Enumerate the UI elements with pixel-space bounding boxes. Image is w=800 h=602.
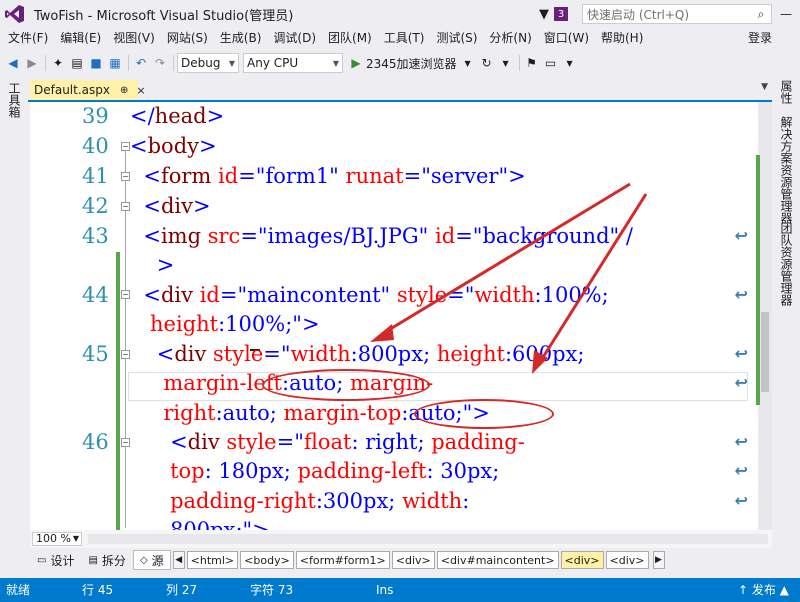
- close-icon[interactable]: ×: [136, 84, 145, 97]
- visual-studio-logo-icon: [4, 3, 26, 25]
- scrollbar-change-marker: [756, 155, 760, 405]
- save-all-icon[interactable]: ▦: [106, 54, 124, 72]
- publish-button[interactable]: ↑ 发布 ▲: [738, 578, 789, 602]
- redo-icon[interactable]: ↷: [151, 54, 169, 72]
- config-value: Debug: [181, 56, 221, 70]
- open-file-icon[interactable]: ▤: [68, 54, 86, 72]
- menu-window[interactable]: 窗口(W): [538, 28, 595, 48]
- menu-edit[interactable]: 编辑(E): [54, 28, 107, 48]
- toolbar-separator: [128, 55, 129, 71]
- notification-badge[interactable]: 3: [554, 7, 568, 21]
- right-tool-strip: 属性 解决方案资源管理器 团队资源管理器: [772, 76, 800, 576]
- pin-icon[interactable]: ⊕: [120, 85, 128, 96]
- design-icon: ▭: [37, 554, 47, 566]
- menu-website[interactable]: 网站(S): [161, 28, 214, 48]
- status-char: 字符 73: [250, 583, 294, 597]
- chevron-down-icon: ▼: [228, 58, 235, 68]
- breadcrumb-item[interactable]: <div#maincontent>: [436, 551, 559, 569]
- menu-tools[interactable]: 工具(T): [378, 28, 431, 48]
- status-bar: 就绪 行 45 列 27 字符 73 Ins ↑ 发布 ▲: [0, 578, 800, 602]
- split-icon: ▤: [88, 554, 98, 566]
- source-view-button[interactable]: ◇ 源: [132, 550, 171, 570]
- tab-dropdown-icon[interactable]: ▼: [761, 82, 768, 92]
- menu-bar: 文件(F) 编辑(E) 视图(V) 网站(S) 生成(B) 调试(D) 团队(M…: [0, 28, 800, 48]
- config-select[interactable]: Debug ▼: [177, 53, 239, 73]
- breadcrumb-item[interactable]: <body>: [240, 551, 294, 569]
- flag-icon[interactable]: ⚑: [523, 54, 541, 72]
- menu-build[interactable]: 生成(B): [214, 28, 268, 48]
- split-view-button[interactable]: ▤ 拆分: [81, 550, 132, 570]
- view-switcher-row: ▭ 设计 ▤ 拆分 ◇ 源 ◀ <html> <body> <form#form…: [30, 548, 772, 572]
- breadcrumb-item-active[interactable]: <div>: [560, 551, 604, 569]
- toolbar-separator: [45, 55, 46, 71]
- platform-value: Any CPU: [247, 56, 299, 70]
- status-ready: 就绪: [6, 583, 31, 597]
- scrollbar-thumb[interactable]: [761, 312, 769, 392]
- annotation-arrows: [370, 182, 648, 374]
- chevron-down-icon: ▼: [332, 58, 339, 68]
- chevron-down-icon: ▼: [72, 534, 79, 543]
- back-icon[interactable]: ◀: [4, 54, 22, 72]
- source-label: 源: [151, 553, 164, 568]
- overflow-icon[interactable]: ▼: [561, 54, 579, 72]
- toolbox-tab[interactable]: 工具箱: [6, 82, 23, 118]
- refresh-icon[interactable]: ↻: [478, 54, 496, 72]
- menu-help[interactable]: 帮助(H): [595, 28, 649, 48]
- menu-test[interactable]: 测试(S): [430, 28, 483, 48]
- status-row: 行 45: [82, 583, 114, 597]
- toolbar-separator: [173, 55, 174, 71]
- menu-view[interactable]: 视图(V): [107, 28, 161, 48]
- minimize-button[interactable]: —: [772, 0, 800, 28]
- window-title: TwoFish - Microsoft Visual Studio(管理员): [34, 8, 294, 24]
- notification-flag-icon[interactable]: ▼: [536, 6, 552, 22]
- undo-icon[interactable]: ↶: [132, 54, 150, 72]
- menu-file[interactable]: 文件(F): [0, 28, 54, 48]
- left-tool-strip: 工具箱: [0, 76, 28, 576]
- new-project-icon[interactable]: ✦: [49, 54, 67, 72]
- toolbar: ◀ ▶ ✦ ▤ ■ ▦ ↶ ↷ Debug ▼ Any CPU ▼ ▶ 2345…: [0, 50, 800, 76]
- quick-launch-placeholder: 快速启动 (Ctrl+Q): [587, 7, 690, 22]
- platform-select[interactable]: Any CPU ▼: [243, 53, 343, 73]
- editor-footer: 100 % ▼: [30, 530, 772, 548]
- forward-icon[interactable]: ▶: [23, 54, 41, 72]
- comment-icon[interactable]: ▭: [542, 54, 560, 72]
- quick-launch-input[interactable]: 快速启动 (Ctrl+Q) ⌕: [582, 4, 772, 24]
- team-explorer-tab[interactable]: 团队资源管理器: [778, 222, 795, 306]
- status-col: 列 27: [166, 583, 198, 597]
- breadcrumb-item[interactable]: <form#form1>: [295, 551, 390, 569]
- login-link[interactable]: 登录: [748, 28, 772, 48]
- split-label: 拆分: [101, 553, 126, 568]
- design-label: 设计: [50, 553, 75, 568]
- menu-analyze[interactable]: 分析(N): [483, 28, 537, 48]
- zoom-value: 100 %: [36, 532, 71, 545]
- zoom-select[interactable]: 100 % ▼: [32, 532, 82, 546]
- horizontal-scrollbar[interactable]: [88, 534, 768, 544]
- run-dropdown-icon[interactable]: ▼: [459, 54, 477, 72]
- breadcrumb-item[interactable]: <html>: [186, 551, 239, 569]
- tab-label: Default.aspx: [34, 83, 110, 97]
- title-bar: TwoFish - Microsoft Visual Studio(管理员) ▼…: [0, 0, 800, 28]
- search-icon: ⌕: [757, 6, 765, 21]
- run-icon[interactable]: ▶: [347, 54, 365, 72]
- refresh-dropdown-icon[interactable]: ▼: [497, 54, 515, 72]
- vertical-scrollbar[interactable]: [758, 102, 772, 530]
- run-target-label[interactable]: 2345加速浏览器: [366, 55, 457, 72]
- breadcrumb-right-arrow[interactable]: ▶: [652, 551, 665, 569]
- menu-team[interactable]: 团队(M): [322, 28, 378, 48]
- breadcrumb-left-arrow[interactable]: ◀: [172, 551, 185, 569]
- status-insert-mode: Ins: [376, 583, 394, 597]
- code-editor[interactable]: 39 40 41 42 43 44 45 46 − − − − − − </he…: [30, 102, 758, 530]
- document-tab-strip: Default.aspx ⊕ × ▼: [28, 80, 772, 102]
- menu-debug[interactable]: 调试(D): [267, 28, 322, 48]
- breadcrumb-item[interactable]: <div>: [605, 551, 649, 569]
- breadcrumb-item[interactable]: <div>: [391, 551, 435, 569]
- properties-tab[interactable]: 属性: [778, 80, 795, 104]
- solution-explorer-tab[interactable]: 解决方案资源管理器: [778, 116, 795, 224]
- tab-default-aspx[interactable]: Default.aspx ⊕ ×: [30, 80, 146, 100]
- design-view-button[interactable]: ▭ 设计: [30, 550, 81, 570]
- save-icon[interactable]: ■: [87, 54, 105, 72]
- source-icon: ◇: [139, 554, 148, 566]
- toolbar-separator: [518, 55, 520, 71]
